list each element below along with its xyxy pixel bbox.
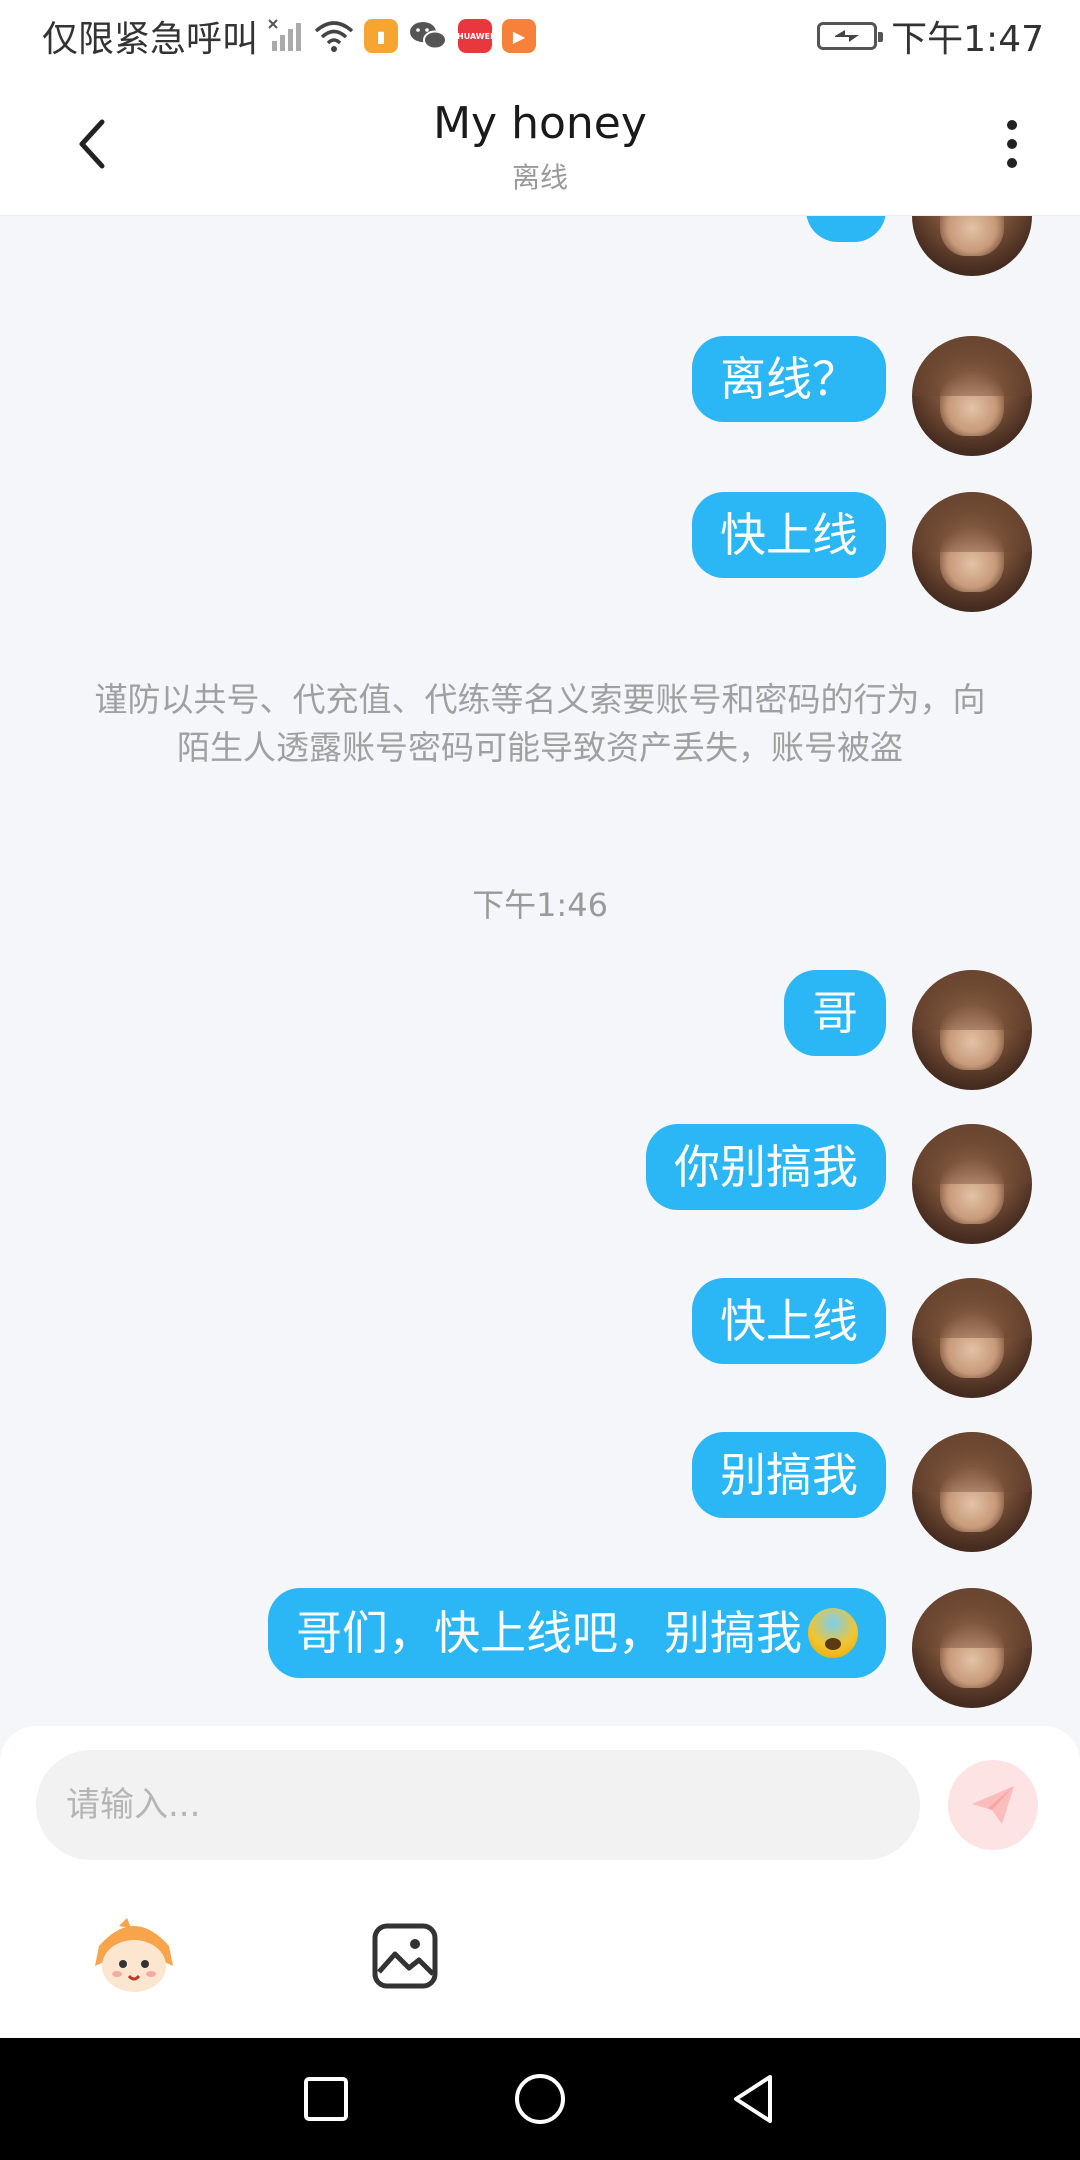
avatar[interactable] <box>912 1124 1032 1244</box>
image-icon <box>372 1923 438 1989</box>
avatar[interactable] <box>912 492 1032 612</box>
huawei-label: HUAWEI <box>457 31 494 41</box>
back-triangle-icon <box>734 2075 772 2123</box>
message-row: 快上线 <box>692 1278 1032 1398</box>
message-text: 离线？ <box>720 352 858 406</box>
avatar[interactable] <box>912 1432 1032 1552</box>
files-app-icon: ▮ <box>364 19 399 53</box>
message-row: 哥们，快上线吧，别搞我 <box>268 1588 1032 1708</box>
message-timestamp: 下午1:46 <box>472 886 608 924</box>
message-input[interactable] <box>36 1750 920 1860</box>
avatar[interactable] <box>912 216 1032 276</box>
message-bubble[interactable]: 哥们，快上线吧，别搞我 <box>268 1588 886 1678</box>
contact-name: My honey <box>433 98 647 149</box>
more-dot <box>1007 139 1017 149</box>
message-text: 快上线 <box>720 1294 858 1348</box>
huawei-appgallery-icon: HUAWEI <box>457 19 494 53</box>
message-text: 哥们，快上线吧，别搞我 <box>296 1606 802 1660</box>
chat-header: My honey 离线 <box>0 72 1080 216</box>
status-time: 下午1:47 <box>891 19 1044 60</box>
avatar[interactable] <box>912 336 1032 456</box>
home-button[interactable] <box>508 2067 572 2131</box>
back-nav-button[interactable] <box>722 2067 786 2131</box>
recents-square-icon <box>304 2077 348 2121</box>
avatar[interactable] <box>912 1588 1032 1708</box>
message-bubble[interactable]: ? <box>805 216 886 242</box>
message-row: 哥 <box>784 970 1032 1090</box>
no-sim-signal-icon <box>268 19 304 53</box>
system-nav-bar <box>0 2038 1080 2160</box>
send-button[interactable] <box>948 1760 1038 1850</box>
message-bubble[interactable]: 离线？ <box>692 336 886 422</box>
toolbar <box>0 1906 1080 2006</box>
wechat-icon <box>408 19 448 53</box>
message-bubble[interactable]: 快上线 <box>692 492 886 578</box>
status-left: 仅限紧急呼叫 ▮ HUAWEI ▶ <box>42 10 537 62</box>
message-text: 哥 <box>812 986 858 1040</box>
message-bubble[interactable]: 你别搞我 <box>646 1124 886 1210</box>
avatar[interactable] <box>912 970 1032 1090</box>
carrier-text: 仅限紧急呼叫 <box>42 19 259 60</box>
message-row: 别搞我 <box>692 1432 1032 1552</box>
message-text: ? <box>834 216 858 242</box>
status-bar: 仅限紧急呼叫 ▮ HUAWEI ▶ 下午1:47 <box>0 0 1080 72</box>
message-bubble[interactable]: 别搞我 <box>692 1432 886 1518</box>
message-text: 你别搞我 <box>674 1140 858 1194</box>
video-app-icon: ▶ <box>502 19 537 53</box>
message-row: 离线？ <box>692 336 1032 456</box>
contact-status: 离线 <box>511 161 568 194</box>
mascot-sticker-icon <box>95 1918 173 1992</box>
message-text: 快上线 <box>720 508 858 562</box>
message-row: ? <box>805 216 1032 276</box>
status-right: 下午1:47 <box>817 10 1044 62</box>
chat-message-list[interactable]: ? 离线？ 快上线 谨防以共号、代充值、代练等名义索要账号和密码的行为，向陌生人… <box>0 216 1080 1726</box>
image-picker-button[interactable] <box>355 1906 455 2006</box>
recents-button[interactable] <box>294 2067 358 2131</box>
security-notice: 谨防以共号、代充值、代练等名义索要账号和密码的行为，向陌生人透露账号密码可能导致… <box>94 680 986 767</box>
anxious-face-emoji <box>808 1608 858 1658</box>
input-panel <box>0 1726 1080 2038</box>
home-circle-icon <box>515 2074 565 2124</box>
message-row: 快上线 <box>692 492 1032 612</box>
message-row: 你别搞我 <box>646 1124 1032 1244</box>
battery-charging-icon <box>817 22 884 50</box>
message-bubble[interactable]: 哥 <box>784 970 886 1056</box>
more-dot <box>1007 158 1017 168</box>
message-bubble[interactable]: 快上线 <box>692 1278 886 1364</box>
wifi-icon <box>314 19 354 53</box>
more-options-button[interactable] <box>992 112 1032 176</box>
send-plane-icon <box>972 1786 1014 1824</box>
sticker-button[interactable] <box>84 1906 184 2006</box>
avatar[interactable] <box>912 1278 1032 1398</box>
message-text: 别搞我 <box>720 1448 858 1502</box>
more-vertical-icon <box>1007 120 1017 130</box>
